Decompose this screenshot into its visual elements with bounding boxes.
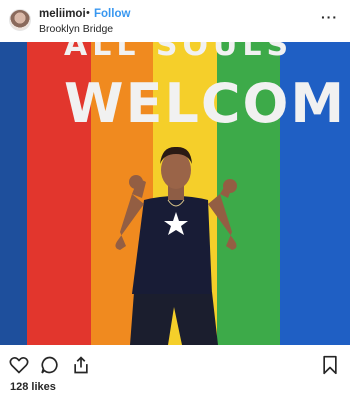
bookmark-icon[interactable] — [320, 355, 340, 375]
comment-icon[interactable] — [40, 355, 60, 375]
post-header: meliimoi • Follow Brooklyn Bridge ··· — [0, 0, 350, 42]
more-options-icon[interactable]: ··· — [321, 9, 338, 25]
person-figure — [115, 146, 237, 345]
heart-icon[interactable] — [9, 355, 29, 375]
post-photo[interactable]: ALL SOULS WELCOME — [0, 42, 350, 345]
username-link[interactable]: meliimoi — [39, 8, 86, 20]
wall-text-top: ALL SOULS — [64, 42, 294, 63]
likes-count[interactable]: 128 likes — [10, 381, 56, 393]
wall-text-main: WELCOME — [64, 72, 350, 135]
stripe-blue-left — [0, 42, 27, 345]
separator-dot: • — [86, 7, 90, 19]
follow-button[interactable]: Follow — [94, 8, 130, 20]
avatar[interactable] — [9, 9, 31, 31]
action-bar — [0, 345, 350, 381]
share-icon[interactable] — [71, 355, 91, 375]
location-link[interactable]: Brooklyn Bridge — [39, 23, 113, 35]
